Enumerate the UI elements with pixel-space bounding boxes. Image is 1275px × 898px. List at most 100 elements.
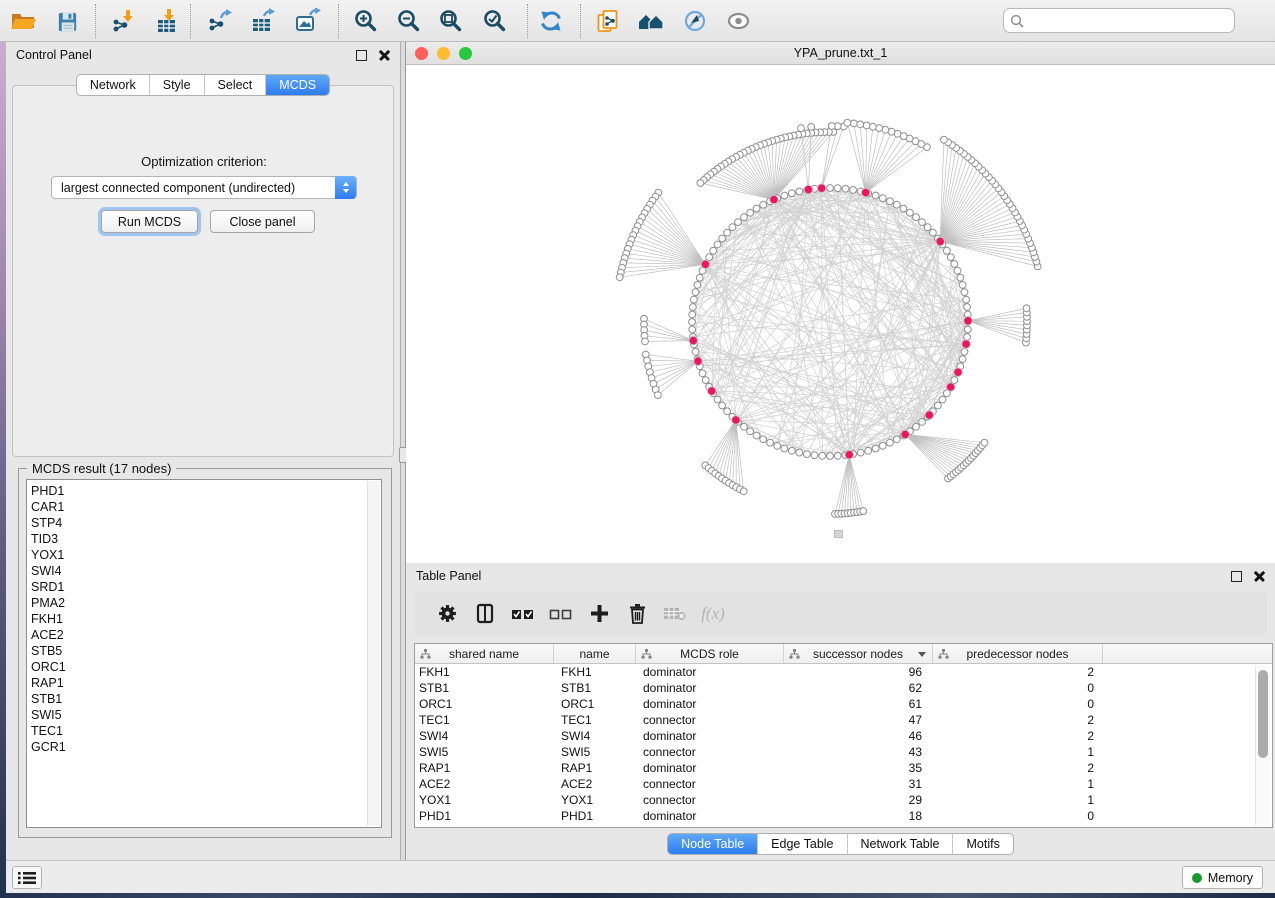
mcds-result-item[interactable]: STB1	[27, 691, 381, 707]
column-header-shared-name[interactable]: shared name	[415, 644, 553, 663]
mcds-result-item[interactable]: TID3	[27, 531, 381, 547]
table-row[interactable]: ORC1ORC1dominator610	[415, 696, 1272, 712]
settings-gear-icon[interactable]	[428, 601, 466, 627]
cell-predecessor-nodes: 0	[932, 697, 1102, 711]
mcds-result-group: MCDS result (17 nodes) PHD1CAR1STP4TID3Y…	[18, 468, 392, 838]
export-image-icon[interactable]	[290, 4, 324, 38]
memory-button[interactable]: Memory	[1182, 866, 1263, 889]
mcds-result-item[interactable]: GCR1	[27, 739, 381, 755]
import-table-icon[interactable]	[150, 4, 184, 38]
network-canvas[interactable]	[406, 65, 1275, 563]
zoom-out-icon[interactable]	[392, 4, 426, 38]
cell-shared-name: ACE2	[415, 777, 553, 791]
table-row[interactable]: TEC1TEC1connector472	[415, 712, 1272, 728]
close-panel-button[interactable]: Close panel	[210, 210, 315, 233]
float-table-panel-icon[interactable]	[1231, 571, 1242, 582]
column-header-name[interactable]: name	[553, 644, 635, 663]
cell-name: PHD1	[553, 809, 635, 823]
table-row[interactable]: SWI5SWI5connector431	[415, 744, 1272, 760]
zoom-selected-icon[interactable]	[478, 4, 512, 38]
cell-mcds-role: dominator	[635, 761, 783, 775]
mcds-result-item[interactable]: SWI5	[27, 707, 381, 723]
table-row[interactable]: YOX1YOX1connector291	[415, 792, 1272, 808]
cell-successor-nodes: 96	[783, 665, 932, 679]
hide-annotations-icon[interactable]	[678, 4, 712, 38]
zoom-in-icon[interactable]	[349, 4, 383, 38]
cell-shared-name: SWI5	[415, 745, 553, 759]
table-row[interactable]: RAP1RAP1dominator352	[415, 760, 1272, 776]
add-column-icon[interactable]	[580, 601, 618, 627]
mcds-result-item[interactable]: PHD1	[27, 483, 381, 499]
mcds-list-scrollbar[interactable]	[367, 481, 380, 826]
table-panel-title: Table Panel	[416, 569, 481, 583]
tab-node-table[interactable]: Node Table	[668, 834, 757, 854]
table-row[interactable]: STB1STB1dominator620	[415, 680, 1272, 696]
import-network-icon[interactable]	[106, 4, 140, 38]
search-field[interactable]	[1003, 8, 1235, 33]
mcds-result-item[interactable]: STP4	[27, 515, 381, 531]
cell-shared-name: ORC1	[415, 697, 553, 711]
mcds-result-item[interactable]: RAP1	[27, 675, 381, 691]
tab-network[interactable]: Network	[77, 75, 149, 95]
refresh-icon[interactable]	[534, 4, 568, 38]
export-network-icon[interactable]	[202, 4, 236, 38]
mcds-result-list[interactable]: PHD1CAR1STP4TID3YOX1SWI4SRD1PMA2FKH1ACE2…	[26, 479, 382, 828]
tab-select[interactable]: Select	[204, 75, 266, 95]
zoom-fit-icon[interactable]	[434, 4, 468, 38]
table-scrollbar[interactable]	[1255, 666, 1270, 825]
cell-shared-name: STB1	[415, 681, 553, 695]
scrollbar-thumb[interactable]	[1258, 670, 1268, 758]
cell-predecessor-nodes: 1	[932, 777, 1102, 791]
open-file-icon[interactable]	[6, 4, 40, 38]
search-input[interactable]	[1028, 11, 1234, 31]
tab-mcds[interactable]: MCDS	[265, 75, 329, 95]
clone-network-icon[interactable]	[590, 4, 624, 38]
mcds-result-item[interactable]: SWI4	[27, 563, 381, 579]
memory-label: Memory	[1208, 871, 1253, 885]
home-networks-icon[interactable]	[634, 4, 668, 38]
table-row[interactable]: FKH1FKH1dominator962	[415, 664, 1272, 680]
mcds-result-item[interactable]: ACE2	[27, 627, 381, 643]
mcds-result-item[interactable]: TEC1	[27, 723, 381, 739]
criterion-dropdown[interactable]: largest connected component (undirected)	[51, 176, 357, 199]
cell-mcds-role: dominator	[635, 665, 783, 679]
network-window-title: YPA_prune.txt_1	[406, 46, 1275, 60]
cell-shared-name: TEC1	[415, 713, 553, 727]
mcds-result-item[interactable]: STB5	[27, 643, 381, 659]
tab-edge-table[interactable]: Edge Table	[757, 834, 846, 854]
mcds-result-item[interactable]: ORC1	[27, 659, 381, 675]
cell-mcds-role: dominator	[635, 809, 783, 823]
table-row[interactable]: SWI4SWI4dominator462	[415, 728, 1272, 744]
tab-style[interactable]: Style	[149, 75, 204, 95]
column-header-predecessor-nodes[interactable]: predecessor nodes	[932, 644, 1102, 663]
cell-successor-nodes: 31	[783, 777, 932, 791]
column-header-mcds-role[interactable]: MCDS role	[635, 644, 783, 663]
show-panels-button[interactable]	[12, 866, 42, 889]
tab-motifs[interactable]: Motifs	[952, 834, 1012, 854]
column-visibility-icon[interactable]	[466, 601, 504, 627]
mcds-result-item[interactable]: CAR1	[27, 499, 381, 515]
run-mcds-button[interactable]: Run MCDS	[101, 210, 198, 233]
close-table-panel-icon[interactable]	[1254, 571, 1265, 582]
delete-column-icon[interactable]	[618, 601, 656, 627]
select-all-icon[interactable]	[504, 601, 542, 627]
tab-network-table[interactable]: Network Table	[847, 834, 953, 854]
mcds-result-item[interactable]: YOX1	[27, 547, 381, 563]
table-row[interactable]: ACE2ACE2connector311	[415, 776, 1272, 792]
cell-shared-name: FKH1	[415, 665, 553, 679]
mcds-result-item[interactable]: FKH1	[27, 611, 381, 627]
mcds-result-item[interactable]: PMA2	[27, 595, 381, 611]
close-panel-icon[interactable]	[379, 50, 390, 61]
mcds-result-item[interactable]: SRD1	[27, 579, 381, 595]
canvas-resize-grip[interactable]	[834, 530, 843, 538]
column-header-successor-nodes[interactable]: successor nodes	[783, 644, 932, 663]
cell-successor-nodes: 62	[783, 681, 932, 695]
export-table-icon[interactable]	[246, 4, 280, 38]
cell-shared-name: SWI4	[415, 729, 553, 743]
show-eye-icon[interactable]	[721, 4, 755, 38]
float-panel-icon[interactable]	[356, 50, 367, 61]
unselect-all-icon[interactable]	[542, 601, 580, 627]
save-icon[interactable]	[50, 4, 84, 38]
table-row[interactable]: PHD1PHD1dominator180	[415, 808, 1272, 824]
cell-successor-nodes: 35	[783, 761, 932, 775]
